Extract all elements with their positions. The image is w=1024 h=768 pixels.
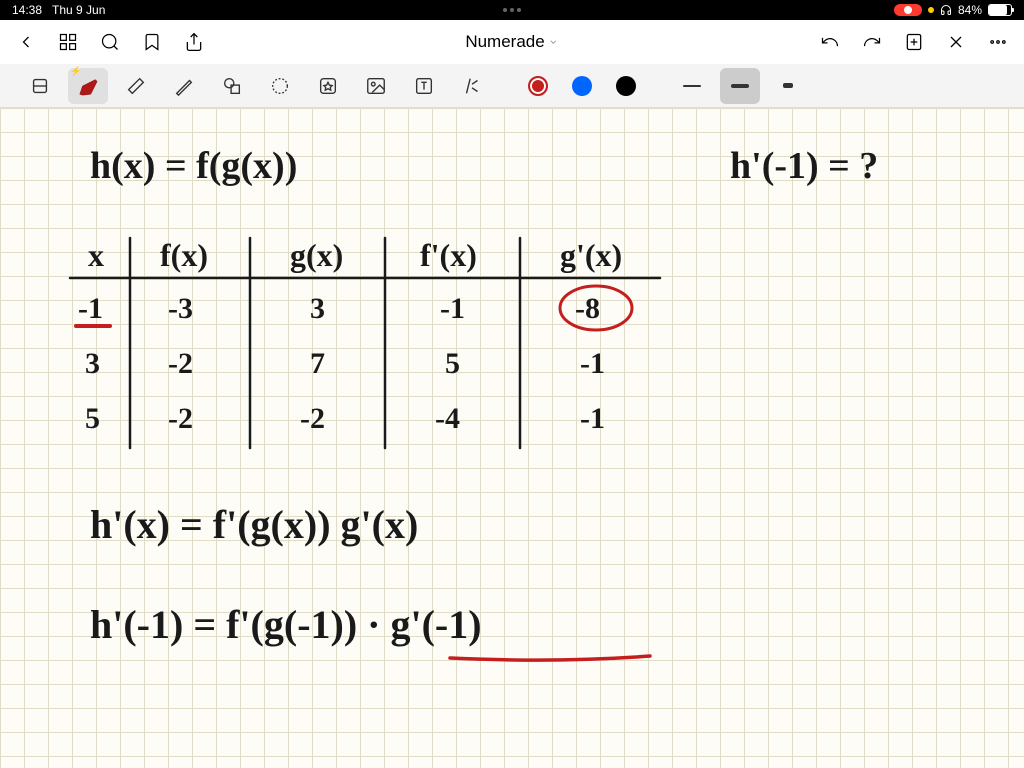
highlighter-tool[interactable]: [164, 68, 204, 104]
handwriting-layer: h(x) = f(g(x)) h'(-1) = ? x f(x) g(x) f'…: [0, 108, 1024, 768]
eq1: h(x) = f(g(x)): [90, 145, 297, 187]
battery-icon: [988, 4, 1012, 16]
th-gx: g(x): [290, 237, 343, 273]
status-right: 84%: [894, 3, 1012, 17]
eq3: h'(x) = f'(g(x)) g'(x): [90, 502, 418, 547]
th-fpx: f'(x): [420, 237, 477, 273]
color-blue[interactable]: [572, 76, 592, 96]
readonly-tool[interactable]: [20, 68, 60, 104]
text-tool[interactable]: [404, 68, 444, 104]
share-button[interactable]: [184, 32, 204, 52]
r1c0: 3: [85, 347, 100, 380]
image-tool[interactable]: [356, 68, 396, 104]
shapes-tool[interactable]: [212, 68, 252, 104]
r0c0: -1: [78, 292, 103, 325]
r1c1: -2: [168, 347, 193, 380]
add-page-button[interactable]: [904, 32, 924, 52]
r1c4: -1: [580, 347, 605, 380]
eq2: h'(-1) = ?: [730, 145, 878, 187]
r2c2: -2: [300, 402, 325, 435]
location-indicator-icon: [928, 7, 934, 13]
stroke-thick[interactable]: [768, 68, 808, 104]
th-x: x: [88, 237, 104, 273]
lasso-tool[interactable]: [260, 68, 300, 104]
bluetooth-icon: ⚡: [70, 66, 81, 77]
undo-button[interactable]: [820, 32, 840, 52]
r0c3: -1: [440, 292, 465, 325]
title-text: Numerade: [465, 32, 544, 52]
r1c2: 7: [310, 347, 325, 380]
pointer-tool[interactable]: [452, 68, 492, 104]
toolbar: ⚡: [0, 64, 1024, 108]
bookmark-button[interactable]: [142, 32, 162, 52]
r0c1: -3: [168, 292, 193, 325]
r0c4: -8: [575, 292, 600, 325]
redo-button[interactable]: [862, 32, 882, 52]
color-red[interactable]: [528, 76, 548, 96]
canvas[interactable]: h(x) = f(g(x)) h'(-1) = ? x f(x) g(x) f'…: [0, 108, 1024, 768]
stroke-thin[interactable]: [672, 68, 712, 104]
status-date: Thu 9 Jun: [52, 3, 105, 17]
r2c1: -2: [168, 402, 193, 435]
r1c3: 5: [445, 347, 460, 380]
th-gpx: g'(x): [560, 237, 622, 273]
battery-percent: 84%: [958, 3, 982, 17]
nav-bar: Numerade: [0, 20, 1024, 64]
favorites-tool[interactable]: [308, 68, 348, 104]
r2c4: -1: [580, 402, 605, 435]
r2c0: 5: [85, 402, 100, 435]
r0c2: 3: [310, 292, 325, 325]
color-black[interactable]: [616, 76, 636, 96]
th-fx: f(x): [160, 237, 208, 273]
close-button[interactable]: [946, 32, 966, 52]
grid-button[interactable]: [58, 32, 78, 52]
recording-indicator[interactable]: [894, 4, 922, 16]
eq4: h'(-1) = f'(g(-1)) · g'(-1): [90, 602, 482, 647]
back-button[interactable]: [16, 32, 36, 52]
headphones-icon: [940, 4, 952, 16]
status-time: 14:38: [12, 3, 42, 17]
pen-tool[interactable]: ⚡: [68, 68, 108, 104]
eraser-tool[interactable]: [116, 68, 156, 104]
stroke-medium[interactable]: [720, 68, 760, 104]
more-button[interactable]: [988, 32, 1008, 52]
search-button[interactable]: [100, 32, 120, 52]
status-bar: 14:38 Thu 9 Jun 84%: [0, 0, 1024, 20]
chevron-down-icon: [549, 37, 559, 47]
r2c3: -4: [435, 402, 460, 435]
document-title[interactable]: Numerade: [465, 32, 558, 52]
multitask-indicator[interactable]: [503, 8, 521, 12]
status-left: 14:38 Thu 9 Jun: [12, 3, 105, 17]
